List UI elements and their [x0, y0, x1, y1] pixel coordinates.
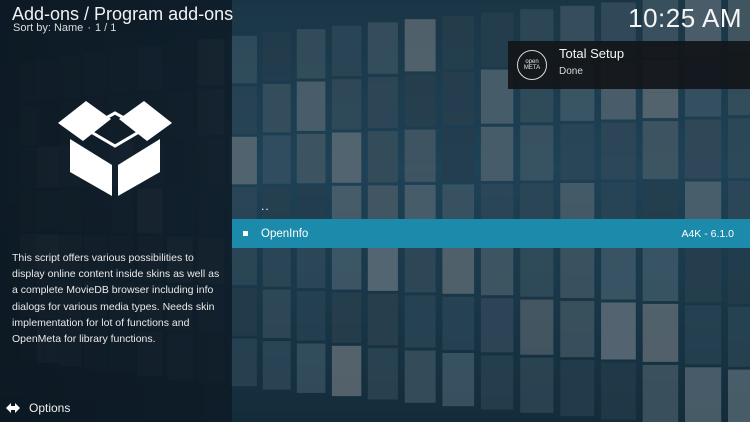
- kodi-addons-screen: Add-ons / Program add-ons Sort by: Name ·…: [0, 0, 750, 422]
- notification-toast: open META Total Setup Done: [508, 41, 750, 89]
- parent-folder-label: ..: [261, 198, 270, 213]
- logo-line-2: META: [523, 65, 541, 71]
- options-arrows-icon: [6, 403, 20, 413]
- options-button[interactable]: Options: [5, 399, 70, 417]
- clock: 10:25 AM: [628, 3, 742, 33]
- sort-separator: ·: [87, 22, 91, 34]
- notification-message: Done: [559, 66, 583, 77]
- sort-label: Sort by: Name: [13, 22, 84, 34]
- addon-version: A4K - 6.1.0: [681, 227, 734, 240]
- list-item-parent-folder[interactable]: ..: [232, 191, 750, 220]
- open-box-icon: [58, 101, 172, 196]
- notification-title: Total Setup: [559, 46, 625, 61]
- addon-name: OpenInfo: [261, 227, 309, 240]
- addon-description: This script offers various possibilities…: [12, 252, 220, 346]
- page-count: 1 / 1: [94, 22, 117, 34]
- info-panel: [0, 0, 232, 422]
- list-item-openinfo[interactable]: OpenInfo A4K - 6.1.0: [232, 219, 750, 248]
- options-label: Options: [29, 401, 71, 415]
- openmeta-logo-icon: open META: [517, 50, 547, 80]
- selected-bullet-icon: [243, 231, 248, 236]
- info-panel-shade: [0, 0, 232, 422]
- sort-info: Sort by: Name · 1 / 1: [13, 22, 116, 35]
